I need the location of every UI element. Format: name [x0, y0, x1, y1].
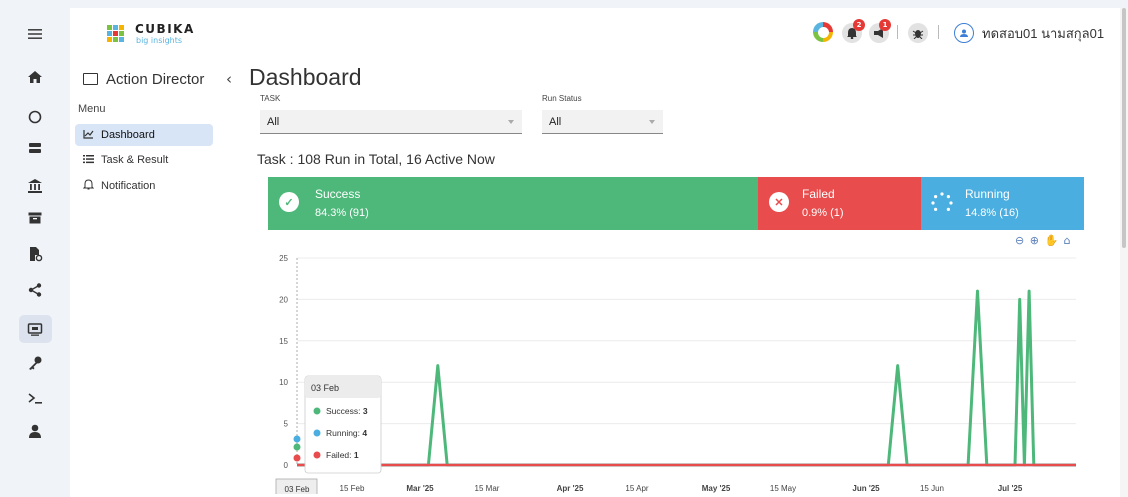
- share-icon[interactable]: [25, 280, 45, 300]
- separator: [938, 25, 939, 39]
- x-tick-label: 15 May: [770, 484, 796, 493]
- stat-running[interactable]: Running 14.8% (16): [921, 177, 1084, 230]
- list-icon: [83, 154, 95, 167]
- run-status-select-value: All: [549, 116, 562, 128]
- y-tick-label: 25: [279, 254, 288, 263]
- task-select-value: All: [267, 116, 280, 128]
- sidebar-item-task-result[interactable]: Task & Result: [75, 149, 213, 171]
- server-icon[interactable]: [25, 138, 45, 158]
- hover-marker-success: [293, 443, 301, 451]
- stat-failed[interactable]: ✕ Failed 0.9% (1): [758, 177, 921, 230]
- chart-tooltip: 03 Feb Success: 3 Running: 4 Failed: 1: [304, 375, 382, 474]
- y-tick-label: 15: [279, 337, 288, 346]
- sidebar-item-label: Dashboard: [101, 129, 155, 141]
- run-status-filter-label: Run Status: [542, 94, 582, 103]
- menu-label: Menu: [78, 103, 106, 115]
- scrollbar-thumb[interactable]: [1122, 8, 1126, 248]
- separator: [897, 25, 898, 39]
- x-tick-label: Mar '25: [406, 484, 434, 493]
- bell-badge: 2: [853, 19, 865, 31]
- key-icon[interactable]: [25, 353, 45, 373]
- stat-label: Running: [965, 187, 1010, 201]
- logo-icon: [107, 25, 127, 43]
- brand-tagline: big insights: [136, 36, 183, 45]
- circle-icon[interactable]: [25, 107, 45, 127]
- x-tick-label: Jul '25: [998, 484, 1023, 493]
- y-tick-label: 0: [284, 461, 289, 470]
- menu-icon[interactable]: [25, 24, 45, 44]
- spinner-icon: [930, 191, 954, 220]
- x-tick-label: 15 Mar: [475, 484, 500, 493]
- tooltip-dot: [313, 451, 321, 459]
- check-icon: ✓: [279, 192, 299, 212]
- x-tick-label: 15 Feb: [340, 484, 365, 493]
- monitor-icon: [83, 73, 98, 85]
- user-circle-icon[interactable]: [954, 23, 974, 43]
- y-tick-label: 10: [279, 378, 288, 387]
- terminal-icon[interactable]: [25, 388, 45, 408]
- chevron-down-icon: [649, 120, 655, 124]
- sidebar-item-notification[interactable]: Notification: [75, 175, 213, 197]
- bug-icon[interactable]: [908, 23, 928, 43]
- hover-marker-failed: [293, 454, 301, 462]
- task-summary: Task : 108 Run in Total, 16 Active Now: [257, 151, 495, 167]
- y-tick-label: 5: [284, 420, 289, 429]
- archive-icon[interactable]: [25, 208, 45, 228]
- bell-icon: [82, 179, 95, 193]
- y-tick-label: 20: [279, 295, 288, 304]
- stat-label: Success: [315, 187, 361, 201]
- chart-line-icon: [83, 129, 95, 142]
- x-tick-label: Jun '25: [852, 484, 880, 493]
- x-tick-label: 15 Apr: [625, 484, 648, 493]
- scrollbar[interactable]: [1120, 8, 1128, 497]
- page-title: Dashboard: [249, 64, 362, 90]
- icon-rail: [0, 0, 70, 497]
- main-panel: CUBIKA big insights 2 1 ทดสอบ01 นามสกุล0…: [70, 8, 1120, 497]
- tooltip-title: 03 Feb: [311, 383, 339, 393]
- x-tick-label: May '25: [702, 484, 731, 493]
- x-tick-label: 15 Jun: [920, 484, 944, 493]
- tooltip-row: Failed: 1: [326, 450, 359, 460]
- announce-badge: 1: [879, 19, 891, 31]
- task-filter-label: TASK: [260, 94, 281, 103]
- x-tick-label: Apr '25: [557, 484, 584, 493]
- sidebar-item-label: Notification: [101, 180, 156, 192]
- chevron-down-icon: [508, 120, 514, 124]
- stat-value: 84.3% (91): [315, 207, 369, 219]
- close-icon: ✕: [769, 192, 789, 212]
- timeline-chart[interactable]: 0 5 10 15 20 25 03 Feb 15 Feb Mar '25 15 Mar Apr '…: [70, 244, 1120, 494]
- hover-marker-running: [293, 435, 301, 443]
- file-settings-icon[interactable]: [25, 244, 45, 264]
- monitor-icon[interactable]: [25, 319, 45, 339]
- sidebar-item-dashboard[interactable]: Dashboard: [75, 124, 213, 146]
- stat-label: Failed: [802, 187, 835, 201]
- tooltip-dot: [313, 429, 321, 437]
- stat-value: 0.9% (1): [802, 207, 844, 219]
- task-select[interactable]: All: [260, 110, 522, 134]
- sidebar-item-label: Task & Result: [101, 154, 169, 166]
- user-name[interactable]: ทดสอบ01 นามสกุล01: [982, 23, 1104, 44]
- bank-icon[interactable]: [25, 176, 45, 196]
- series-line-success: [297, 289, 1076, 467]
- user-icon[interactable]: [25, 421, 45, 441]
- sidebar-title: Action Director: [106, 71, 205, 88]
- top-bar: CUBIKA big insights 2 1 ทดสอบ01 นามสกุล0…: [70, 8, 1120, 58]
- stat-value: 14.8% (16): [965, 207, 1019, 219]
- tooltip-row: Success: 3: [326, 406, 368, 416]
- collapse-chevron-icon[interactable]: ‹: [226, 70, 232, 88]
- apps-ring-icon[interactable]: [813, 22, 833, 42]
- stat-success[interactable]: ✓ Success 84.3% (91): [268, 177, 758, 230]
- crosshair-label: 03 Feb: [285, 485, 310, 494]
- brand-name: CUBIKA: [135, 22, 195, 36]
- tooltip-dot: [313, 407, 321, 415]
- run-status-select[interactable]: All: [542, 110, 663, 134]
- home-icon[interactable]: [25, 67, 45, 87]
- tooltip-row: Running: 4: [326, 428, 367, 438]
